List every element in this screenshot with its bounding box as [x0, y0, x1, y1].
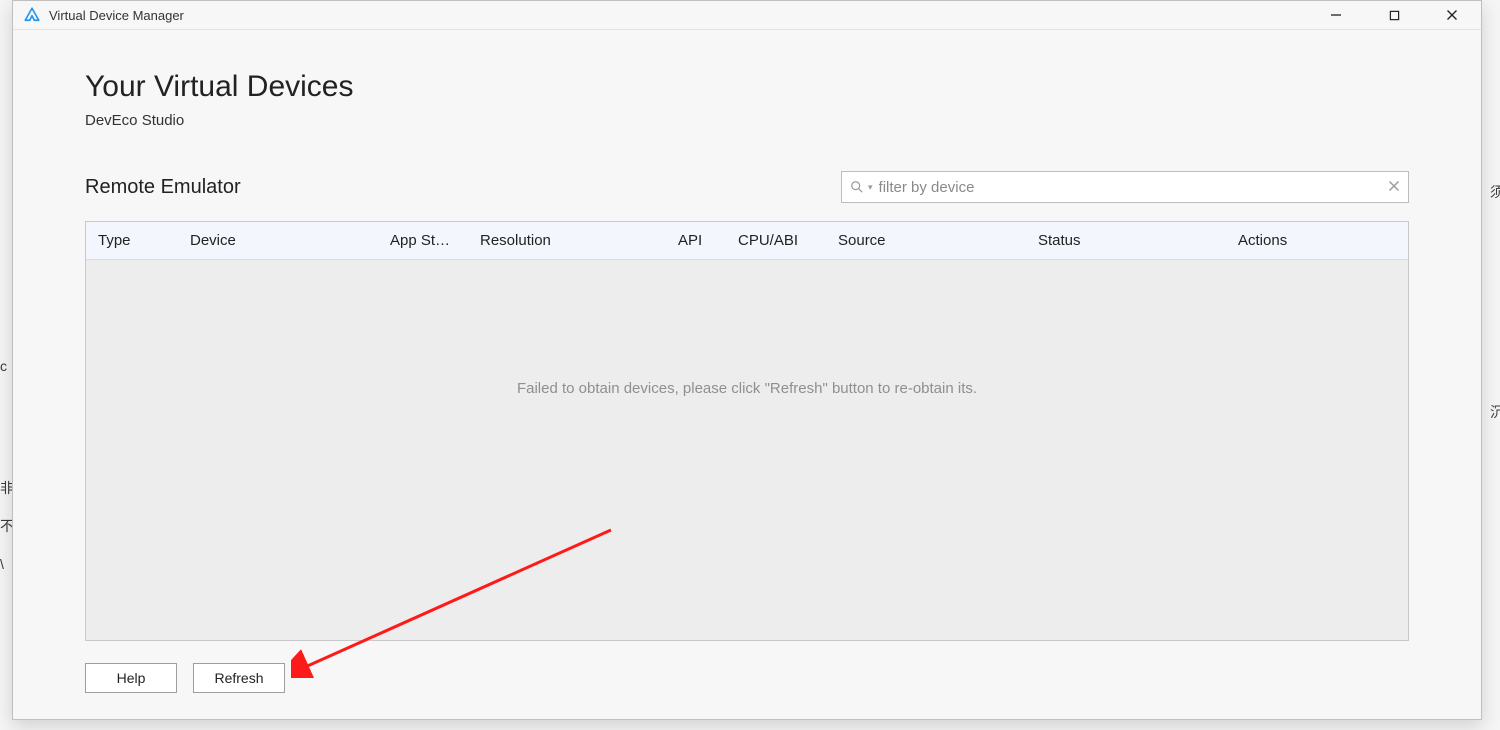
col-device[interactable]: Device: [178, 232, 378, 249]
section-title: Remote Emulator: [85, 176, 241, 199]
col-api[interactable]: API: [666, 232, 726, 249]
col-type[interactable]: Type: [86, 232, 178, 249]
clear-icon[interactable]: [1388, 179, 1400, 195]
maximize-button[interactable]: [1365, 1, 1423, 29]
col-app-store[interactable]: App Sto…: [378, 232, 468, 249]
footer-buttons: Help Refresh: [85, 663, 1409, 693]
table-body: Failed to obtain devices, please click "…: [86, 260, 1408, 640]
empty-state-message: Failed to obtain devices, please click "…: [517, 380, 977, 397]
refresh-button[interactable]: Refresh: [193, 663, 285, 693]
col-source[interactable]: Source: [826, 232, 1026, 249]
dialog-window: Virtual Device Manager Your Virtual Devi…: [12, 0, 1482, 720]
col-actions[interactable]: Actions: [1226, 232, 1408, 249]
app-icon: [23, 6, 41, 24]
window-title: Virtual Device Manager: [49, 8, 184, 23]
col-cpu-abi[interactable]: CPU/ABI: [726, 232, 826, 249]
col-resolution[interactable]: Resolution: [468, 232, 666, 249]
window-controls: [1307, 1, 1481, 29]
search-icon: [850, 180, 864, 194]
filter-dropdown-chevron-icon[interactable]: ▾: [868, 182, 873, 193]
page-subtitle: DevEco Studio: [85, 112, 1409, 129]
titlebar: Virtual Device Manager: [13, 1, 1481, 30]
devices-table: Type Device App Sto… Resolution API CPU/…: [85, 221, 1409, 641]
table-header: Type Device App Sto… Resolution API CPU/…: [86, 222, 1408, 260]
help-button[interactable]: Help: [85, 663, 177, 693]
filter-input[interactable]: [879, 179, 1382, 196]
content-area: Your Virtual Devices DevEco Studio Remot…: [13, 30, 1481, 719]
page-title: Your Virtual Devices: [85, 70, 1409, 104]
close-button[interactable]: [1423, 1, 1481, 29]
filter-box[interactable]: ▾: [841, 171, 1409, 203]
minimize-button[interactable]: [1307, 1, 1365, 29]
col-status[interactable]: Status: [1026, 232, 1226, 249]
